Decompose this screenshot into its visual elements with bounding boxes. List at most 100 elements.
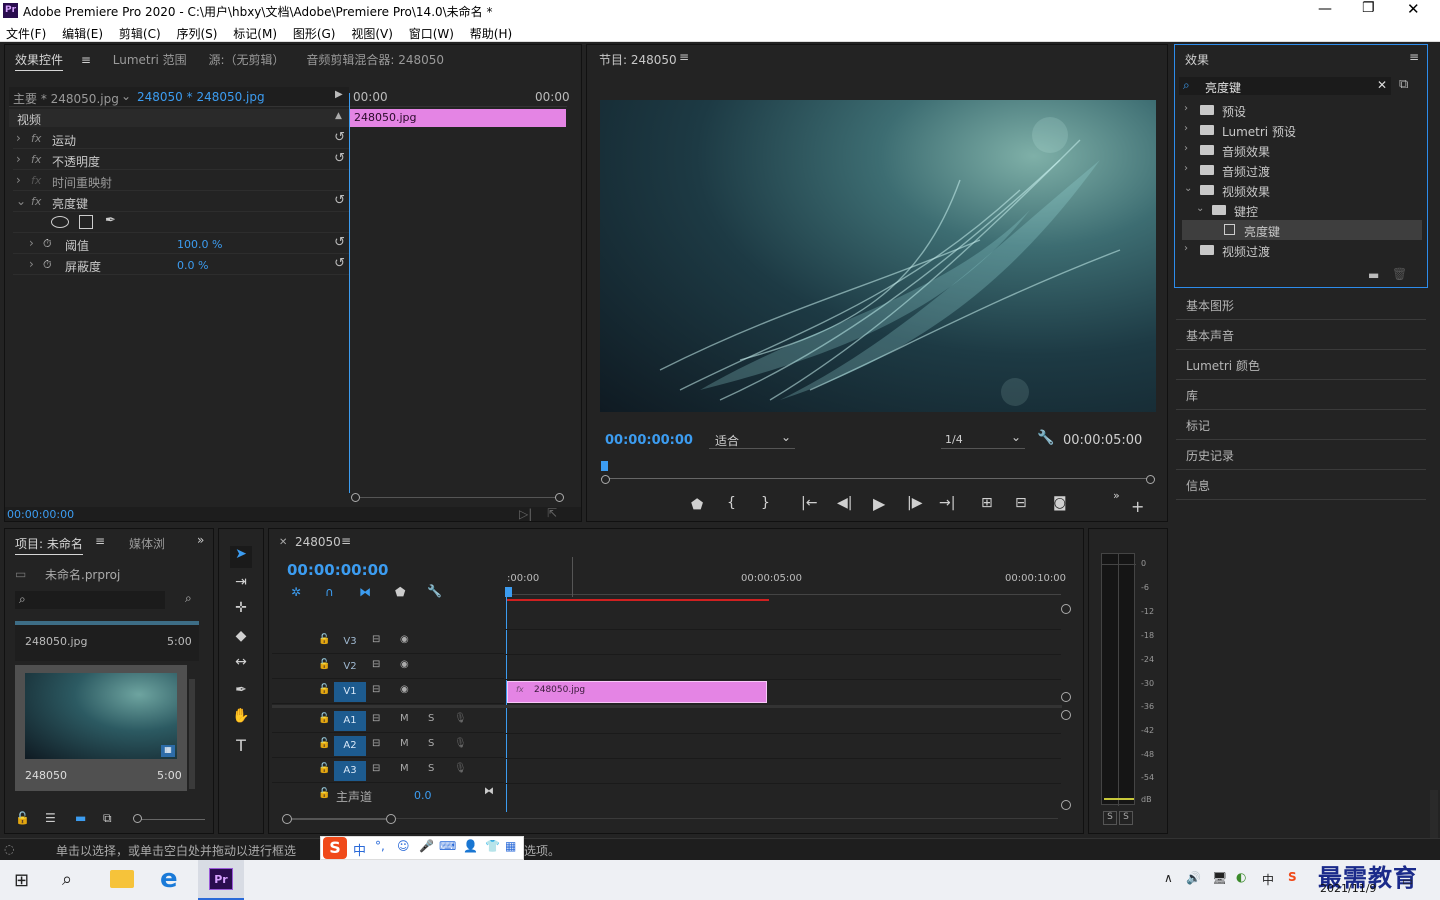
- solo-button[interactable]: S: [428, 738, 434, 749]
- chevron-right-icon[interactable]: ›: [29, 236, 34, 250]
- sync-lock-icon[interactable]: ⊟: [372, 634, 380, 645]
- resolution-dropdown[interactable]: 1/4 ⌄: [941, 430, 1025, 449]
- zoom-slider-handle[interactable]: [133, 814, 142, 823]
- tab-lumetri-scopes[interactable]: Lumetri 范围: [113, 51, 187, 68]
- meter-solo-right[interactable]: S: [1119, 811, 1133, 825]
- lock-icon[interactable]: 🔓: [318, 713, 330, 724]
- close-icon[interactable]: ✕: [1407, 0, 1420, 18]
- program-video-frame[interactable]: [600, 100, 1156, 412]
- punctuation-icon[interactable]: °,: [375, 839, 385, 853]
- chevron-down-icon[interactable]: ⌄: [121, 89, 131, 103]
- track-target[interactable]: A1: [334, 711, 366, 731]
- more-controls-icon[interactable]: »: [1113, 489, 1120, 502]
- rectangle-mask-icon[interactable]: [79, 215, 93, 229]
- chevron-right-icon[interactable]: ›: [1184, 243, 1188, 254]
- eye-icon[interactable]: ◉: [400, 634, 409, 645]
- wrench-icon[interactable]: 🔧: [1037, 430, 1054, 446]
- project-search[interactable]: ⌕: [15, 591, 165, 609]
- chevron-right-icon[interactable]: ›: [1184, 143, 1188, 154]
- razor-tool-icon[interactable]: ◆: [230, 628, 252, 650]
- project-item[interactable]: 248050.jpg 5:00: [15, 621, 199, 661]
- side-panel-libraries[interactable]: 库: [1176, 380, 1426, 410]
- menu-edit[interactable]: 编辑(E): [56, 22, 109, 42]
- step-forward-icon[interactable]: |▶: [907, 495, 922, 511]
- side-panel-essential-sound[interactable]: 基本声音: [1176, 320, 1426, 350]
- reset-icon[interactable]: ↺: [334, 235, 345, 250]
- vscroll-handle-bottom[interactable]: [1061, 692, 1071, 702]
- track-target[interactable]: A2: [334, 736, 366, 756]
- clear-search-icon[interactable]: ✕: [1377, 78, 1387, 92]
- right-scrollbar[interactable]: [1430, 790, 1438, 840]
- tray-sogou-icon[interactable]: S: [1288, 870, 1297, 884]
- track-target[interactable]: V2: [334, 657, 366, 677]
- side-panel-info[interactable]: 信息: [1176, 470, 1426, 500]
- reset-icon[interactable]: ↺: [334, 256, 345, 271]
- panel-menu-icon[interactable]: ≡: [341, 534, 351, 548]
- toolbox-icon[interactable]: ▦: [505, 839, 516, 853]
- tab-source[interactable]: 源:（无剪辑）: [209, 51, 285, 68]
- new-bin-icon[interactable]: ⧉: [1399, 77, 1408, 92]
- mute-button[interactable]: M: [400, 763, 409, 774]
- project-item-selected[interactable]: ▦ 248050 5:00: [15, 665, 187, 791]
- sogou-logo-icon[interactable]: S: [323, 837, 347, 859]
- effects-tree-item[interactable]: › 音频效果: [1182, 140, 1422, 160]
- track-header-master[interactable]: 🔓 主声道 0.0 ⧓: [272, 784, 504, 808]
- fx-icon[interactable]: fx: [31, 195, 41, 208]
- add-marker-icon[interactable]: ⬟: [691, 497, 703, 513]
- mark-in-icon[interactable]: {: [727, 495, 736, 511]
- maximize-icon[interactable]: ❐: [1362, 0, 1375, 16]
- track-header-a3[interactable]: 🔓 A3 ⊟ M S 🎙: [272, 759, 504, 783]
- icon-view-icon[interactable]: ▬: [75, 811, 86, 825]
- timeline-hscroll[interactable]: [282, 814, 1058, 824]
- minimize-icon[interactable]: —: [1318, 1, 1332, 17]
- tray-ime-indicator[interactable]: 中: [1262, 871, 1274, 888]
- add-button-icon[interactable]: +: [1131, 497, 1144, 516]
- track-header-a2[interactable]: 🔓 A2 ⊟ M S 🎙: [272, 734, 504, 758]
- emoji-icon[interactable]: ☺: [397, 839, 410, 853]
- side-panel-essential-graphics[interactable]: 基本图形: [1176, 290, 1426, 320]
- tab-sequence[interactable]: 248050: [295, 535, 341, 549]
- type-tool-icon[interactable]: T: [230, 736, 252, 758]
- track-select-tool-icon[interactable]: ⇥: [230, 574, 252, 596]
- linked-selection-icon[interactable]: ⧓: [359, 585, 371, 599]
- track-header-v2[interactable]: 🔓 V2 ⊟ ◉: [272, 655, 504, 679]
- side-panel-markers[interactable]: 标记: [1176, 410, 1426, 440]
- lock-icon[interactable]: 🔓: [318, 684, 330, 695]
- search-icon[interactable]: ⌕: [62, 869, 72, 890]
- new-folder-icon[interactable]: ▬: [1368, 268, 1379, 282]
- chevron-down-icon[interactable]: ⌄: [1196, 203, 1204, 214]
- reset-icon[interactable]: ↺: [334, 193, 345, 208]
- list-view-icon[interactable]: ☰: [45, 811, 56, 825]
- go-to-out-icon[interactable]: →|: [939, 495, 955, 511]
- add-marker-icon[interactable]: ⬟: [395, 585, 405, 599]
- solo-button[interactable]: S: [428, 763, 434, 774]
- slip-tool-icon[interactable]: ↔: [230, 654, 252, 676]
- menu-clip[interactable]: 剪辑(C): [113, 22, 167, 42]
- track-header-v1[interactable]: 🔓 V1 ⊟ ◉: [272, 680, 504, 704]
- ime-mode[interactable]: 中: [353, 840, 366, 859]
- windows-start-icon[interactable]: ⊞: [14, 870, 29, 891]
- fx-row-opacity[interactable]: › fx 不透明度 ↺: [13, 150, 349, 170]
- fx-icon[interactable]: fx: [31, 153, 41, 166]
- track-target[interactable]: V3: [334, 632, 366, 652]
- side-panel-history[interactable]: 历史记录: [1176, 440, 1426, 470]
- extract-icon[interactable]: ⊟: [1015, 495, 1027, 511]
- step-back-icon[interactable]: ◀|: [837, 495, 852, 511]
- microphone-icon[interactable]: 🎙: [454, 713, 467, 724]
- tab-project[interactable]: 项目: 未命名: [15, 535, 83, 555]
- sync-lock-icon[interactable]: ⊟: [372, 738, 380, 749]
- effects-title[interactable]: 效果: [1185, 51, 1209, 68]
- effects-tree-item[interactable]: › Lumetri 预设: [1182, 120, 1422, 140]
- tray-date[interactable]: 2021/11/9: [1320, 882, 1376, 895]
- tab-effect-controls[interactable]: 效果控件: [15, 51, 64, 71]
- effects-tree-item[interactable]: ⌄ 键控: [1182, 200, 1422, 220]
- lock-icon[interactable]: 🔓: [15, 811, 30, 825]
- chevron-down-icon[interactable]: ⌄: [1184, 183, 1192, 194]
- ime-toolbar[interactable]: S 中 °, ☺ 🎤 ⌨ 👤 👕 ▦: [320, 836, 524, 860]
- track-header-v3[interactable]: 🔓 V3 ⊟ ◉: [272, 630, 504, 654]
- nest-icon[interactable]: ✲: [291, 585, 301, 599]
- tab-audio-mixer[interactable]: 音频剪辑混合器: 248050: [306, 51, 444, 68]
- chevron-right-icon[interactable]: ›: [29, 257, 34, 271]
- fx-row-motion[interactable]: › fx 运动 ↺: [13, 129, 349, 149]
- premiere-taskbar-button[interactable]: Pr: [198, 860, 244, 900]
